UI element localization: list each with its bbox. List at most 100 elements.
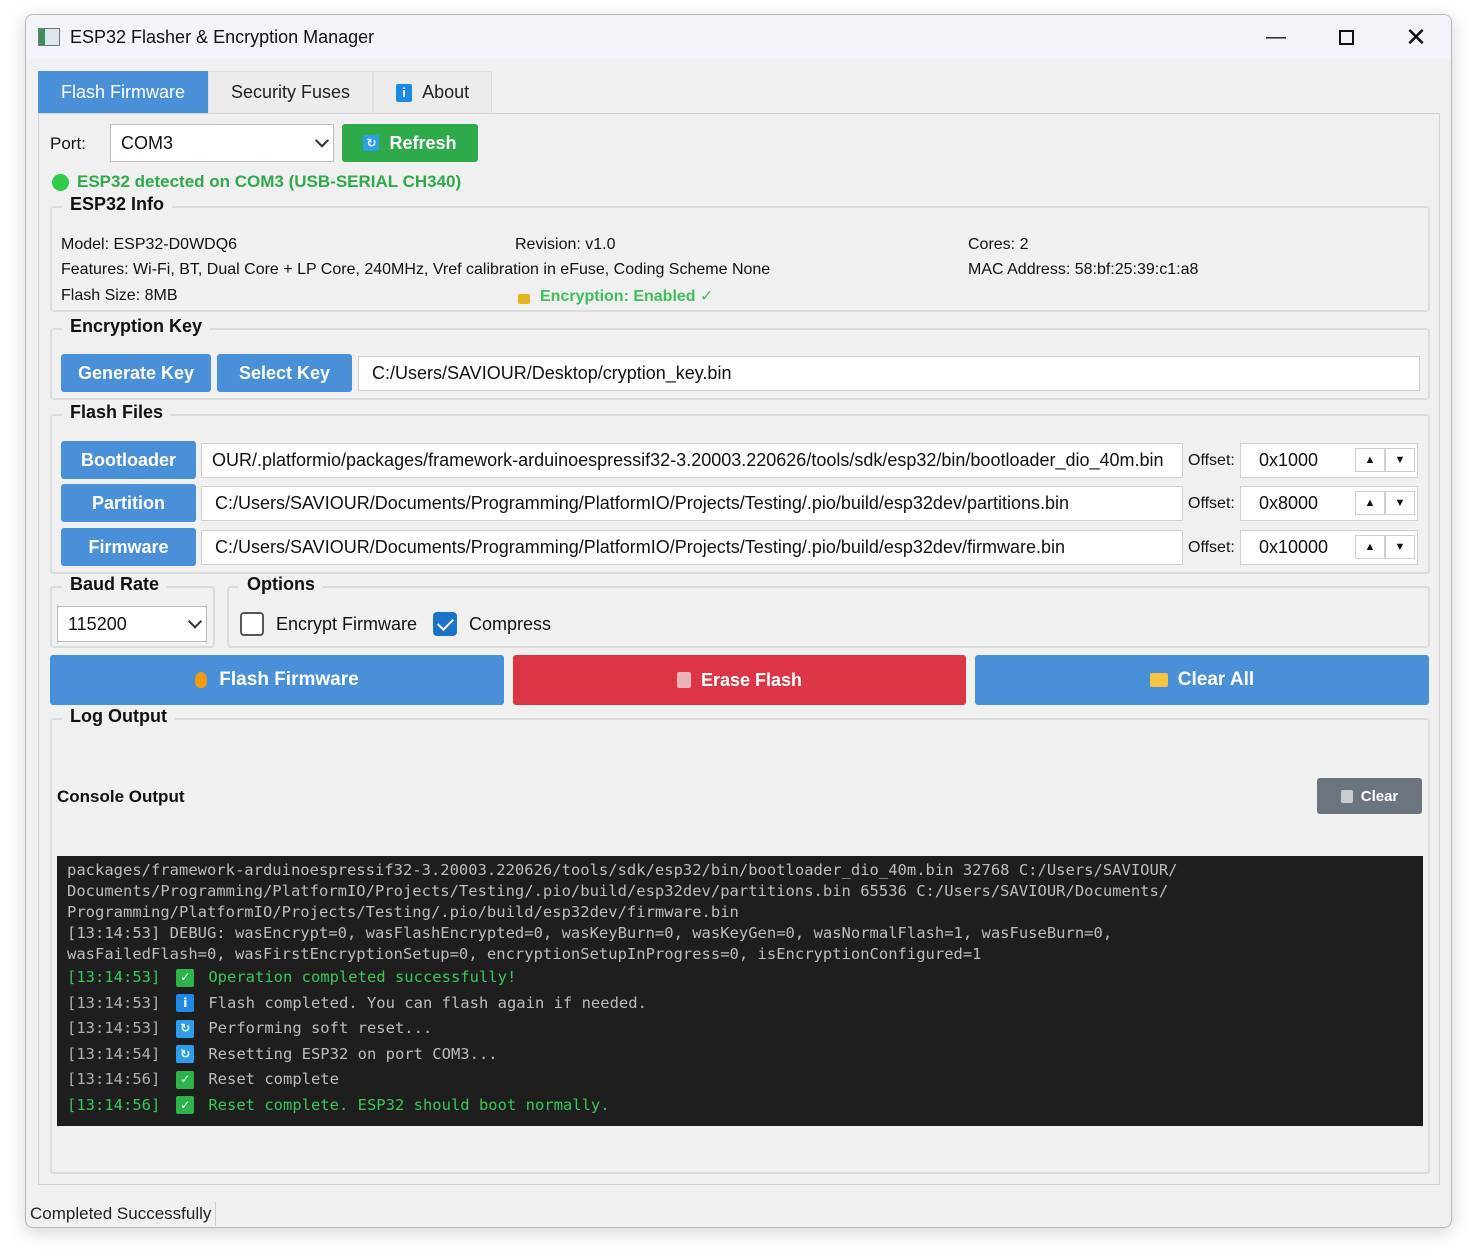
trash-icon [1340, 789, 1353, 803]
esp32-info-title: ESP32 Info [62, 194, 173, 215]
offset-value: 0x8000 [1259, 493, 1319, 513]
check-icon: ✓ [176, 1096, 195, 1115]
status-text: Completed Successfully [30, 1204, 212, 1223]
flash-files-group: Flash Files Bootloader OUR/.platformio/p… [50, 402, 1430, 574]
log-timestamp: [13:14:56] [67, 1070, 161, 1089]
minimize-button[interactable]: — [1241, 15, 1311, 59]
firmware-button[interactable]: Firmware [61, 528, 196, 566]
clear-console-button[interactable]: Clear [1317, 778, 1422, 814]
log-message: Reset complete. ESP32 should boot normal… [208, 1095, 610, 1114]
spin-down-icon[interactable]: ▼ [1385, 491, 1415, 515]
flash-firmware-label: Flash Firmware [219, 669, 359, 690]
bootloader-button[interactable]: Bootloader [61, 441, 196, 479]
fire-icon [195, 672, 208, 688]
console-line: [13:14:53] DEBUG: wasEncrypt=0, wasFlash… [67, 924, 1113, 942]
spin-up-icon[interactable]: ▲ [1355, 448, 1385, 472]
info-icon: i [396, 83, 413, 102]
check-icon: ✓ [176, 968, 195, 987]
encryption-key-group: Encryption Key Generate Key Select Key C… [50, 316, 1430, 400]
partition-path-field[interactable]: C:/Users/SAVIOUR/Documents/Programming/P… [201, 486, 1183, 521]
encryption-status: Encryption: Enabled ✓ [518, 286, 713, 306]
refresh-icon: ↻ [363, 135, 380, 151]
compress-checkbox[interactable] [433, 612, 457, 636]
port-select[interactable]: COM3 [110, 124, 334, 162]
bootloader-path-field[interactable]: OUR/.platformio/packages/framework-ardui… [201, 443, 1183, 478]
offset-value: 0x1000 [1259, 450, 1319, 470]
baud-rate-value: 115200 [68, 613, 127, 634]
erase-flash-button[interactable]: Erase Flash [513, 655, 966, 705]
trash-icon [676, 672, 691, 688]
status-dot-icon [52, 173, 69, 191]
console-output-label: Console Output [57, 787, 185, 806]
port-value: COM3 [121, 132, 174, 153]
clear-all-label: Clear All [1177, 669, 1255, 690]
close-icon: ✕ [1405, 21, 1427, 52]
tab-security-fuses[interactable]: Security Fuses [208, 71, 374, 113]
window-title: ESP32 Flasher & Encryption Manager [70, 26, 375, 47]
partition-button[interactable]: Partition [61, 484, 196, 522]
erase-flash-label: Erase Flash [700, 669, 803, 690]
tab-label: Flash Firmware [61, 82, 186, 102]
flash-size-text: Flash Size: 8MB [61, 287, 178, 304]
log-message: Operation completed successfully! [208, 968, 517, 987]
maximize-button[interactable] [1311, 15, 1381, 59]
select-key-button[interactable]: Select Key [217, 354, 352, 392]
console-output[interactable]: packages/framework-arduinoespressif32-3.… [57, 856, 1423, 1126]
offset-label: Offset: [1188, 539, 1235, 556]
log-entry: [13:14:53] ✓ Operation completed successfu… [67, 965, 1413, 991]
tab-about[interactable]: i About [373, 71, 493, 113]
bootloader-offset-spinbox[interactable]: 0x1000 ▲ ▼ [1240, 443, 1418, 478]
encryption-text: Encryption: Enabled ✓ [540, 288, 714, 305]
detection-text: ESP32 detected on COM3 (USB-SERIAL CH340… [77, 172, 462, 191]
tab-label: Security Fuses [231, 82, 351, 102]
esp32-info-group: ESP32 Info Model: ESP32-D0WDQ6 Revision:… [50, 194, 1430, 312]
spin-up-icon[interactable]: ▲ [1355, 491, 1385, 515]
log-entry: [13:14:56] ✓ Reset complete. ESP32 should … [67, 1093, 1413, 1119]
refresh-button[interactable]: ↻ Refresh [342, 124, 478, 162]
check-icon: ✓ [176, 1070, 195, 1089]
features-text: Features: Wi-Fi, BT, Dual Core + LP Core… [61, 261, 771, 278]
log-message: Resetting ESP32 on port COM3... [208, 1044, 498, 1063]
firmware-offset-spinbox[interactable]: 0x10000 ▲ ▼ [1240, 530, 1418, 565]
log-entry: [13:14:53] ↻ Performing soft reset... [67, 1016, 1413, 1042]
console-line: wasFailedFlash=0, wasFirstEncryptionSetu… [67, 945, 982, 963]
title-bar: ESP32 Flasher & Encryption Manager — ✕ [26, 15, 1451, 59]
baud-rate-select[interactable]: 115200 [57, 606, 207, 642]
log-timestamp: [13:14:53] [67, 1019, 161, 1038]
flash-firmware-button[interactable]: Flash Firmware [50, 655, 504, 705]
log-message: Flash completed. You can flash again if … [208, 993, 647, 1012]
clear-all-button[interactable]: Clear All [975, 655, 1429, 705]
chevron-down-icon [314, 133, 330, 148]
offset-value: 0x10000 [1259, 537, 1329, 557]
compress-option[interactable]: Compress [433, 612, 551, 636]
minimize-icon: — [1266, 25, 1286, 48]
log-message: Performing soft reset... [208, 1019, 433, 1038]
detection-status: ESP32 detected on COM3 (USB-SERIAL CH340… [52, 172, 461, 192]
tab-flash-firmware[interactable]: Flash Firmware [38, 71, 209, 113]
chevron-down-icon [187, 614, 203, 629]
spin-down-icon[interactable]: ▼ [1385, 448, 1415, 472]
console-line: packages/framework-arduinoespressif32-3.… [67, 861, 1178, 879]
partition-offset-spinbox[interactable]: 0x8000 ▲ ▼ [1240, 486, 1418, 521]
encrypt-firmware-checkbox[interactable] [240, 612, 264, 636]
log-timestamp: [13:14:56] [67, 1095, 161, 1114]
spin-down-icon[interactable]: ▼ [1385, 535, 1415, 559]
revision-text: Revision: v1.0 [515, 236, 616, 253]
firmware-path-field[interactable]: C:/Users/SAVIOUR/Documents/Programming/P… [201, 530, 1183, 565]
log-entries: [13:14:53] ✓ Operation completed successfu… [67, 965, 1413, 1118]
status-bar: Completed Successfully [26, 1199, 1451, 1227]
generate-key-button[interactable]: Generate Key [61, 354, 211, 392]
console-line: Programming/PlatformIO/Projects/Testing/… [67, 903, 739, 921]
encrypt-firmware-option[interactable]: Encrypt Firmware [240, 612, 417, 636]
log-timestamp: [13:14:53] [67, 968, 161, 987]
app-icon [38, 28, 60, 46]
log-entry: [13:14:53] i Flash completed. You can flas… [67, 991, 1413, 1017]
key-path-field[interactable]: C:/Users/SAVIOUR/Desktop/cryption_key.bi… [358, 356, 1420, 391]
baud-rate-title: Baud Rate [62, 574, 168, 595]
cores-text: Cores: 2 [968, 236, 1029, 253]
log-entry: [13:14:54] ↻ Resetting ESP32 on port COM3.… [67, 1042, 1413, 1068]
baud-rate-group: Baud Rate 115200 [50, 574, 215, 648]
log-output-title: Log Output [62, 706, 175, 727]
spin-up-icon[interactable]: ▲ [1355, 535, 1385, 559]
close-button[interactable]: ✕ [1381, 15, 1451, 59]
